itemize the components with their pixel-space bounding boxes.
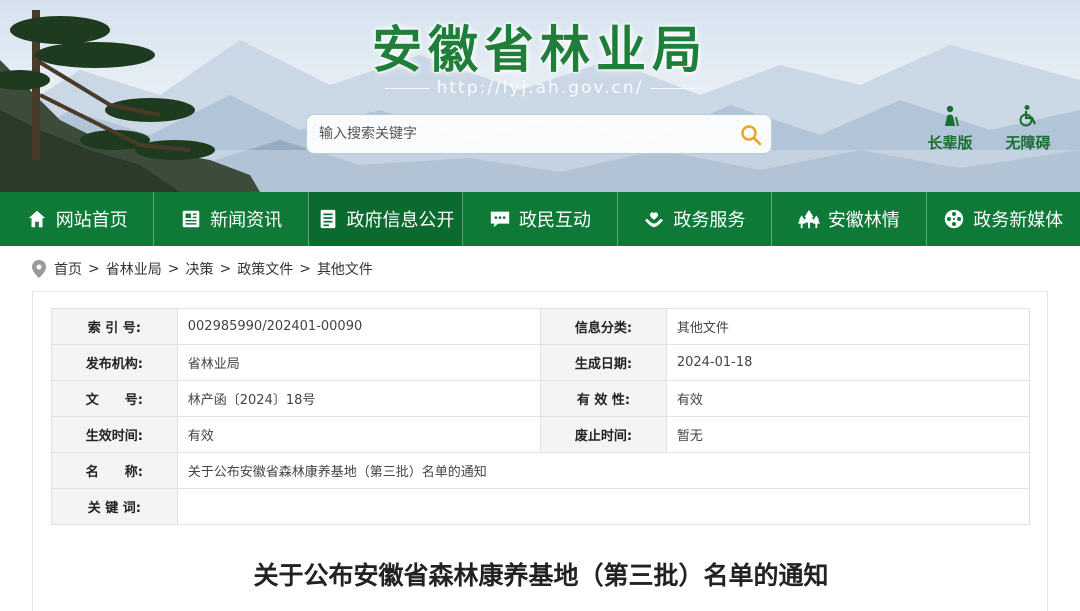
meta-key: 索 引 号: <box>51 308 178 345</box>
site-url-text: http://lyj.ah.gov.cn/ <box>436 78 644 98</box>
nav-item-label: 政民互动 <box>518 210 591 231</box>
table-row: 文 号: 林产函〔2024〕18号 有 效 性: 有效 <box>51 380 1031 417</box>
meta-value: 有效 <box>176 416 542 453</box>
table-row: 生效时间: 有效 废止时间: 暂无 <box>51 416 1031 453</box>
main-nav: 网站首页 新闻资讯 政府信息公开 政民互动 政务服务 安徽林情 政务新媒体 <box>0 192 1080 246</box>
nav-item-label: 政务新媒体 <box>973 210 1064 231</box>
chat-bubble-icon <box>490 211 510 228</box>
site-banner: 安徽省林业局 http://lyj.ah.gov.cn/ 长辈版 无障碍 <box>0 0 1080 192</box>
search-box <box>306 114 772 154</box>
breadcrumb-home[interactable]: 首页 <box>54 259 82 279</box>
breadcrumb-policy-docs[interactable]: 政策文件 <box>237 259 293 279</box>
heart-hands-icon <box>645 212 664 228</box>
breadcrumb-separator: > <box>219 261 232 277</box>
meta-value <box>176 488 1031 525</box>
meta-value: 有效 <box>665 380 1031 417</box>
meta-value: 其他文件 <box>665 308 1031 345</box>
newspaper-icon <box>182 210 200 228</box>
nav-item-interaction[interactable]: 政民互动 <box>463 192 618 246</box>
meta-key: 信息分类: <box>540 308 667 345</box>
breadcrumb: 首页 > 省林业局 > 决策 > 政策文件 > 其他文件 <box>0 246 1080 292</box>
document-meta-table: 索 引 号: 002985990/202401-00090 信息分类: 其他文件… <box>51 308 1031 525</box>
decorative-line-right <box>651 87 696 89</box>
decorative-line-left <box>384 87 429 89</box>
film-reel-icon <box>945 209 964 229</box>
nav-item-home[interactable]: 网站首页 <box>0 192 155 246</box>
site-url: http://lyj.ah.gov.cn/ <box>0 78 1080 98</box>
wheelchair-icon <box>1019 105 1036 127</box>
nav-item-label: 政府信息公开 <box>346 210 455 231</box>
meta-key: 发布机构: <box>51 344 178 381</box>
content-frame: 索 引 号: 002985990/202401-00090 信息分类: 其他文件… <box>32 291 1048 611</box>
meta-key: 文 号: <box>51 380 178 417</box>
meta-value: 002985990/202401-00090 <box>176 308 542 345</box>
search-icon[interactable] <box>739 123 763 147</box>
meta-key: 生成日期: <box>540 344 667 381</box>
nav-item-services[interactable]: 政务服务 <box>618 192 773 246</box>
breadcrumb-other-docs[interactable]: 其他文件 <box>317 259 373 279</box>
elderly-mode-label: 长辈版 <box>927 134 973 152</box>
meta-value: 关于公布安徽省森林康养基地（第三批）名单的通知 <box>176 452 1031 489</box>
accessibility-label: 无障碍 <box>1005 134 1051 152</box>
meta-value: 省林业局 <box>176 344 542 381</box>
meta-value: 暂无 <box>665 416 1031 453</box>
meta-key: 关 键 词: <box>51 488 178 525</box>
meta-value: 2024-01-18 <box>665 344 1031 381</box>
breadcrumb-separator: > <box>299 261 311 277</box>
elderly-person-icon <box>945 105 959 127</box>
nav-item-label: 政务服务 <box>673 210 746 231</box>
document-list-icon <box>320 209 335 229</box>
meta-key: 有 效 性: <box>540 380 667 417</box>
nav-item-news[interactable]: 新闻资讯 <box>154 192 309 246</box>
accessibility-button[interactable]: 无障碍 <box>998 104 1058 153</box>
trees-icon <box>797 209 820 229</box>
breadcrumb-bureau[interactable]: 省林业局 <box>106 259 162 279</box>
home-icon <box>28 210 45 228</box>
meta-key: 生效时间: <box>51 416 178 453</box>
breadcrumb-decision[interactable]: 决策 <box>185 259 213 279</box>
nav-item-gov-info[interactable]: 政府信息公开 <box>308 192 464 246</box>
meta-key: 名 称: <box>51 452 178 489</box>
nav-item-forestry[interactable]: 安徽林情 <box>772 192 927 246</box>
nav-item-label: 新闻资讯 <box>210 210 283 231</box>
table-row: 关 键 词: <box>51 488 1031 525</box>
search-input[interactable] <box>319 115 719 153</box>
site-title: 安徽省林业局 <box>372 20 708 79</box>
breadcrumb-separator: > <box>88 261 100 277</box>
nav-item-new-media[interactable]: 政务新媒体 <box>927 192 1080 246</box>
elderly-mode-button[interactable]: 长辈版 <box>920 104 980 153</box>
nav-item-label: 安徽林情 <box>827 210 900 231</box>
meta-value: 林产函〔2024〕18号 <box>176 380 542 417</box>
table-row: 名 称: 关于公布安徽省森林康养基地（第三批）名单的通知 <box>51 452 1031 489</box>
nav-item-label: 网站首页 <box>55 210 128 231</box>
table-row: 发布机构: 省林业局 生成日期: 2024-01-18 <box>51 344 1031 381</box>
document-title: 关于公布安徽省森林康养基地（第三批）名单的通知 <box>253 561 829 590</box>
location-pin-icon <box>32 260 46 278</box>
meta-key: 废止时间: <box>540 416 667 453</box>
table-row: 索 引 号: 002985990/202401-00090 信息分类: 其他文件 <box>51 308 1031 345</box>
breadcrumb-separator: > <box>167 261 180 277</box>
